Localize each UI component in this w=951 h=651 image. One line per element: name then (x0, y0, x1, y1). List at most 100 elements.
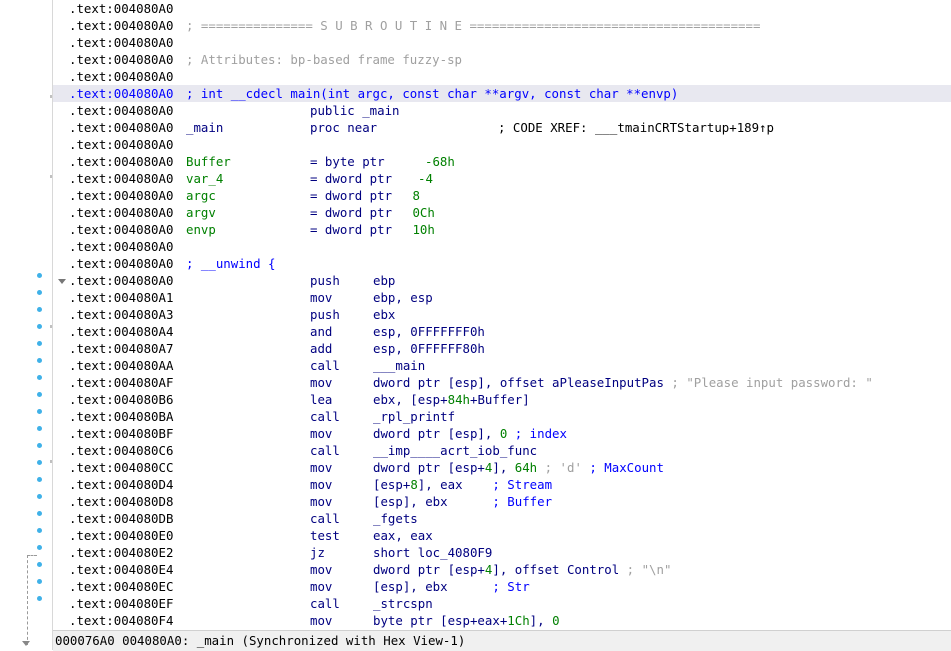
xref-comment[interactable]: ; CODE XREF: ___tmainCRTStartup+189↑p (498, 119, 774, 136)
operand: eax, eax (373, 528, 433, 543)
stack-var-def: = dword ptr (310, 188, 393, 203)
address: .text:004080A0 (69, 256, 174, 271)
stack-var-label[interactable]: argc (186, 187, 216, 204)
listing-row[interactable]: .text:004080A0 _main proc near ; CODE XREF:… (53, 119, 951, 136)
call-target[interactable]: ___main (373, 357, 425, 374)
address: .text:004080F4 (69, 613, 174, 628)
listing-row[interactable]: .text:004080A0 (53, 136, 951, 153)
stack-offset: 10h (405, 222, 435, 237)
listing-row[interactable]: .text:004080CC mov dword ptr [esp+4], 64h … (53, 459, 951, 476)
listing-row[interactable]: .text:004080A7 add esp, 0FFFFFF80h (53, 340, 951, 357)
mnemonic: call (310, 409, 340, 424)
listing-row[interactable]: .text:004080D8 mov [esp], ebx ; Buffer (53, 493, 951, 510)
address: .text:004080A0 (69, 239, 174, 254)
operand: dword ptr [esp], (373, 426, 500, 441)
call-target[interactable]: _rpl_printf (373, 408, 455, 425)
listing-row[interactable]: .text:004080EC mov [esp], ebx ; Str (53, 578, 951, 595)
directive: public _main (310, 103, 400, 118)
mnemonic: jz (310, 545, 325, 560)
listing-row[interactable]: .text:004080B6 lea ebx, [esp+84h+Buffer] (53, 391, 951, 408)
listing-row[interactable]: .text:004080AA call ___main (53, 357, 951, 374)
listing-row[interactable]: .text:004080A0 ; =============== S U B R … (53, 17, 951, 34)
listing-row[interactable]: .text:004080BA call _rpl_printf (53, 408, 951, 425)
operand: ], eax (417, 477, 463, 492)
stack-var-label[interactable]: Buffer (186, 153, 231, 170)
disassembly-listing[interactable]: .text:004080A0 .text:004080A0 ; =========… (53, 0, 951, 630)
call-target[interactable]: _fgets (373, 510, 418, 527)
listing-row[interactable]: .text:004080A4 and esp, 0FFFFFFF0h (53, 323, 951, 340)
mnemonic: mov (310, 477, 333, 492)
operand[interactable]: dword ptr [esp], offset aPleaseInputPas (373, 375, 664, 390)
scroll-down-arrow-icon[interactable] (22, 641, 30, 646)
operand-line: dword ptr [esp], offset aPleaseInputPas … (373, 374, 873, 391)
jump-arrow-head-line (27, 555, 37, 556)
address: .text:004080A0 (69, 1, 174, 16)
listing-row[interactable]: .text:004080A0 var_4 = dword ptr -4 (53, 170, 951, 187)
address: .text:004080C6 (69, 443, 174, 458)
listing-row[interactable]: .text:004080A0 ; Attributes: bp-based fra… (53, 51, 951, 68)
flow-dot-icon (37, 460, 42, 465)
address: .text:004080A0 (69, 273, 174, 288)
listing-row[interactable]: .text:004080BF mov dword ptr [esp], 0 ; in… (53, 425, 951, 442)
tick (50, 460, 52, 463)
listing-row[interactable]: .text:004080E4 mov dword ptr [esp+4], offs… (53, 561, 951, 578)
left-gutter[interactable] (0, 0, 52, 650)
listing-row[interactable]: .text:004080A0 (53, 34, 951, 51)
address: .text:004080A4 (69, 324, 174, 339)
tick (50, 95, 52, 98)
stack-var-label[interactable]: argv (186, 204, 216, 221)
listing-row[interactable]: .text:004080A0 (53, 68, 951, 85)
operand: [esp], ebx (373, 494, 448, 509)
listing-row[interactable]: .text:004080AF mov dword ptr [esp], offset… (53, 374, 951, 391)
stack-var-label[interactable]: envp (186, 221, 216, 238)
flow-dot-icon (37, 477, 42, 482)
operand[interactable]: ], offset Control (492, 562, 619, 577)
listing-row[interactable]: .text:004080A3 push ebx (53, 306, 951, 323)
directive: proc near (310, 120, 378, 135)
mnemonic: mov (310, 375, 333, 390)
jump-target[interactable]: short loc_4080F9 (373, 544, 492, 561)
listing-row[interactable]: .text:004080E2 jz short loc_4080F9 (53, 544, 951, 561)
address: .text:004080EF (69, 596, 174, 611)
tick (50, 175, 52, 178)
operand: dword ptr [esp+ (373, 460, 485, 475)
mnemonic: mov (310, 579, 333, 594)
listing-row[interactable]: .text:004080EF call _strcspn (53, 595, 951, 612)
operand: esp, 0FFFFFFF0h (373, 324, 485, 339)
listing-row[interactable]: .text:004080A0 push ebp (53, 272, 951, 289)
listing-row[interactable]: .text:004080A0 Buffer = byte ptr -68h (53, 153, 951, 170)
arg-comment: ; Buffer (447, 494, 553, 509)
address: .text:004080A1 (69, 290, 174, 305)
listing-row[interactable]: .text:004080D4 mov [esp+8], eax ; Stream (53, 476, 951, 493)
listing-row[interactable]: .text:004080F4 mov byte ptr [esp+eax+1Ch],… (53, 612, 951, 629)
listing-row-selected[interactable]: .text:004080A0 ; int __cdecl main(int arg… (53, 85, 951, 102)
listing-row[interactable]: .text:004080A0 (53, 238, 951, 255)
call-target[interactable]: __imp____acrt_iob_func (373, 442, 537, 459)
function-label[interactable]: _main (186, 119, 223, 136)
flow-dot-icon (37, 596, 42, 601)
listing-row[interactable]: .text:004080A0 argv = dword ptr 0Ch (53, 204, 951, 221)
listing-row[interactable]: .text:004080DB call _fgets (53, 510, 951, 527)
listing-row[interactable]: .text:004080A0 (53, 0, 951, 17)
flow-dot-icon (37, 358, 42, 363)
listing-row[interactable]: .text:004080A0 envp = dword ptr 10h (53, 221, 951, 238)
mnemonic: call (310, 358, 340, 373)
address: .text:004080A0 (69, 188, 174, 203)
call-target[interactable]: _strcspn (373, 595, 433, 612)
listing-row[interactable]: .text:004080A0 ; __unwind { (53, 255, 951, 272)
listing-row[interactable]: .text:004080A0 public _main (53, 102, 951, 119)
operand: ebx (373, 307, 396, 322)
operand-number: 84h (447, 392, 470, 407)
operand-number: 1Ch (507, 613, 530, 628)
listing-row[interactable]: .text:004080A1 mov ebp, esp (53, 289, 951, 306)
listing-row[interactable]: .text:004080A0 argc = dword ptr 8 (53, 187, 951, 204)
address: .text:004080A0 (69, 205, 174, 220)
address: .text:004080EC (69, 579, 174, 594)
address: .text:004080A0 (69, 154, 174, 169)
operand: ebp, esp (373, 290, 433, 305)
address: .text:004080CC (69, 460, 174, 475)
arg-comment: ; MaxCount (581, 460, 664, 475)
listing-row[interactable]: .text:004080E0 test eax, eax (53, 527, 951, 544)
stack-var-label[interactable]: var_4 (186, 170, 223, 187)
listing-row[interactable]: .text:004080C6 call __imp____acrt_iob_func (53, 442, 951, 459)
